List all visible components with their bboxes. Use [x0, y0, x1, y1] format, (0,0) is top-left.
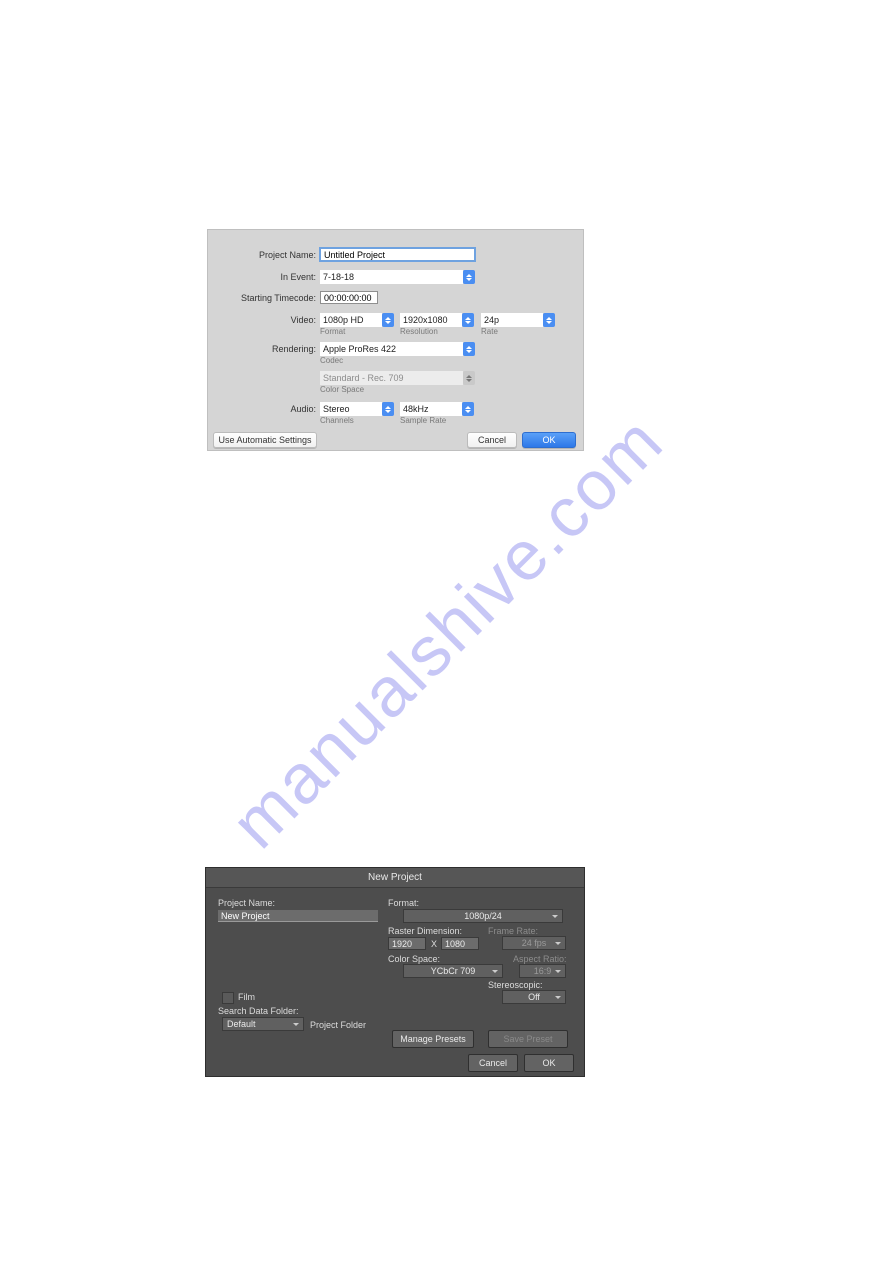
stereoscopic-select[interactable]: Off: [502, 990, 566, 1004]
save-preset-button: Save Preset: [488, 1030, 568, 1048]
label-project-name: Project Name:: [259, 250, 316, 260]
label-film: Film: [238, 992, 255, 1002]
label-project-name: Project Name:: [218, 898, 275, 908]
format-select[interactable]: 1080p/24: [403, 909, 563, 923]
manage-presets-button[interactable]: Manage Presets: [392, 1030, 474, 1048]
cancel-button[interactable]: Cancel: [467, 432, 517, 448]
label-frame-rate: Frame Rate:: [488, 926, 538, 936]
watermark-text: manualshive.com: [215, 400, 678, 863]
rendering-colorspace-select: Standard - Rec. 709: [320, 371, 463, 385]
stepper-icon: [463, 371, 475, 385]
starting-timecode-input[interactable]: [320, 291, 378, 304]
project-name-input[interactable]: [218, 910, 378, 922]
label-audio: Audio:: [290, 404, 316, 414]
stepper-icon[interactable]: [382, 402, 394, 416]
label-stereoscopic: Stereoscopic:: [488, 980, 543, 990]
use-automatic-settings-button[interactable]: Use Automatic Settings: [213, 432, 317, 448]
raster-height-field[interactable]: 1080: [441, 937, 479, 950]
rendering-codec-select[interactable]: Apple ProRes 422: [320, 342, 463, 356]
label-search-data-folder: Search Data Folder:: [218, 1006, 299, 1016]
label-color-space: Color Space:: [388, 954, 440, 964]
sublabel-resolution: Resolution: [400, 327, 438, 336]
sublabel-channels: Channels: [320, 416, 354, 425]
sublabel-samplerate: Sample Rate: [400, 416, 446, 425]
search-data-folder-select[interactable]: Default: [222, 1017, 304, 1031]
label-raster-dimension: Raster Dimension:: [388, 926, 462, 936]
frame-rate-select: 24 fps: [502, 936, 566, 950]
ok-button[interactable]: OK: [522, 432, 576, 448]
aspect-ratio-select: 16:9: [519, 964, 566, 978]
label-in-event: In Event:: [280, 272, 316, 282]
video-resolution-select[interactable]: 1920x1080: [400, 313, 462, 327]
cancel-button[interactable]: Cancel: [468, 1054, 518, 1072]
project-name-input[interactable]: [320, 248, 475, 261]
stepper-icon[interactable]: [543, 313, 555, 327]
audio-samplerate-select[interactable]: 48kHz: [400, 402, 462, 416]
film-checkbox[interactable]: [222, 992, 234, 1004]
video-rate-select[interactable]: 24p: [481, 313, 543, 327]
video-format-select[interactable]: 1080p HD: [320, 313, 382, 327]
sublabel-colorspace: Color Space: [320, 385, 364, 394]
stepper-icon[interactable]: [462, 313, 474, 327]
stepper-icon[interactable]: [382, 313, 394, 327]
stepper-icon[interactable]: [463, 270, 475, 284]
label-format: Format:: [388, 898, 419, 908]
sublabel-format: Format: [320, 327, 345, 336]
ok-button[interactable]: OK: [524, 1054, 574, 1072]
label-rendering: Rendering:: [272, 344, 316, 354]
color-space-select[interactable]: YCbCr 709: [403, 964, 503, 978]
label-aspect-ratio: Aspect Ratio:: [513, 954, 567, 964]
label-starting-timecode: Starting Timecode:: [241, 293, 316, 303]
raster-width-field[interactable]: 1920: [388, 937, 426, 950]
label-video: Video:: [291, 315, 316, 325]
label-project-folder: Project Folder: [310, 1020, 366, 1030]
stepper-icon[interactable]: [462, 402, 474, 416]
audio-channels-select[interactable]: Stereo: [320, 402, 382, 416]
stepper-icon[interactable]: [463, 342, 475, 356]
dialog-title: New Project: [206, 868, 584, 888]
fcpx-new-project-dialog: Project Name: In Event: 7-18-18 Starting…: [207, 229, 584, 451]
avid-new-project-dialog: New Project Project Name: Film Search Da…: [205, 867, 585, 1077]
raster-x-label: X: [431, 939, 437, 949]
sublabel-codec: Codec: [320, 356, 343, 365]
sublabel-rate: Rate: [481, 327, 498, 336]
in-event-select[interactable]: 7-18-18: [320, 270, 463, 284]
